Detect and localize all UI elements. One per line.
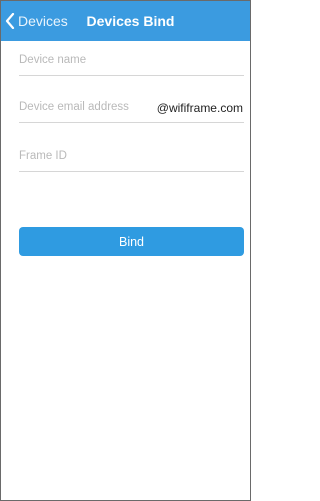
email-domain-suffix: @wififrame.com (156, 101, 243, 115)
frame-id-input[interactable] (19, 143, 244, 169)
page-title: Devices Bind (86, 13, 175, 29)
navigation-bar: Devices Devices Bind (1, 1, 250, 41)
frame-id-field[interactable] (19, 143, 244, 172)
bind-button[interactable]: Bind (19, 227, 244, 256)
app-screen: Devices Devices Bind @wififrame.com Bind (0, 0, 251, 501)
device-name-field[interactable] (19, 47, 244, 76)
device-email-field[interactable]: @wififrame.com (19, 94, 244, 123)
device-name-input[interactable] (19, 47, 244, 73)
